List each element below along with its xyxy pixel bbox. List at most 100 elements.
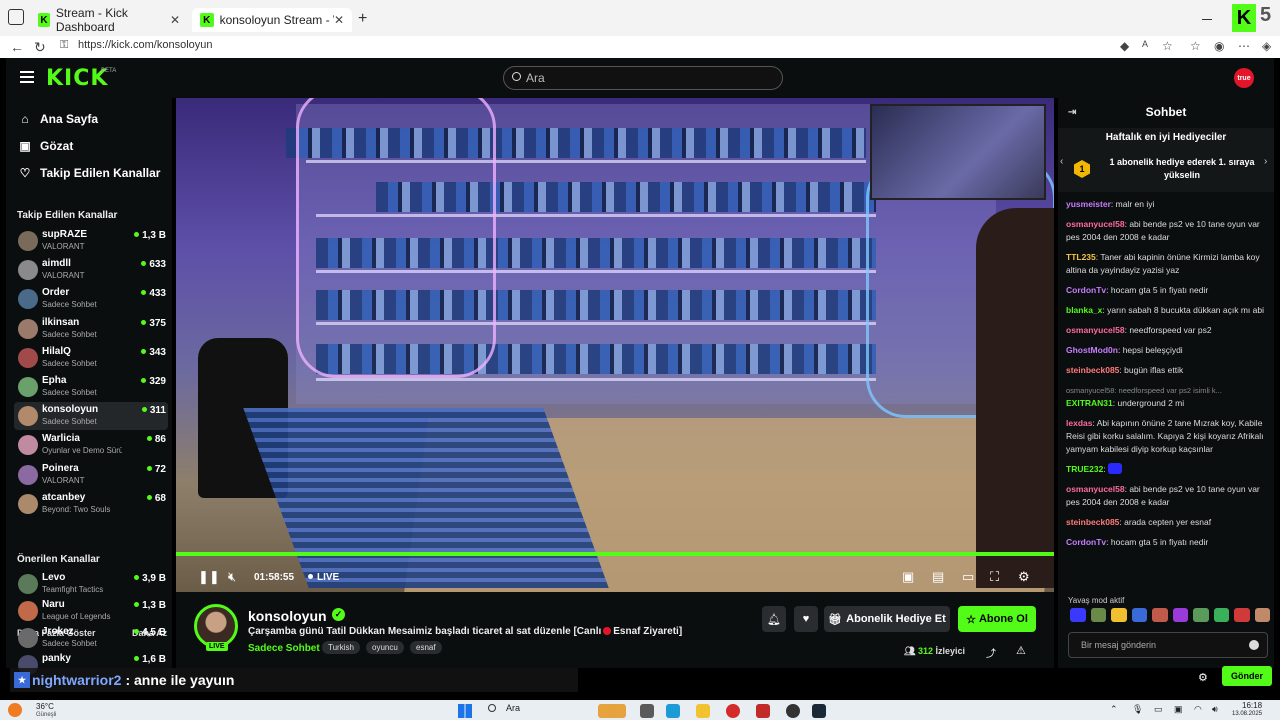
emote-icon[interactable] xyxy=(1234,608,1250,622)
theater-mode-icon[interactable]: ▭ xyxy=(962,569,974,585)
browser-tab-dashboard[interactable]: K Stream - Kick Dashboard ✕ xyxy=(30,6,188,34)
chat-username[interactable]: CordonTv xyxy=(1066,537,1106,547)
url-field[interactable]: https://kick.com/konsoloyun xyxy=(78,39,213,51)
emote-icon[interactable] xyxy=(1193,608,1209,622)
tray-app-icon[interactable]: ▭ xyxy=(1154,704,1163,715)
gift-subscription-button[interactable]: 🎁︎ Abonelik Hediye Et xyxy=(824,606,950,632)
emote-icon[interactable] xyxy=(1090,608,1106,622)
reload-icon[interactable]: ↻ xyxy=(34,39,46,56)
sidebar-channel-supraze[interactable]: supRAZE VALORANT 1,3 B xyxy=(14,227,168,255)
steam-icon[interactable] xyxy=(812,704,826,718)
sidebar-item-browse[interactable]: ▣ Gözat xyxy=(18,139,73,153)
opera-icon[interactable] xyxy=(726,704,740,718)
emote-icon[interactable] xyxy=(1152,608,1168,622)
chat-username[interactable]: osmanyucel58 xyxy=(1066,219,1125,229)
app-icon[interactable] xyxy=(786,704,800,718)
sidebar-channel-naru[interactable]: Naru League of Legends 1,3 B xyxy=(14,597,168,625)
chat-username[interactable]: yusmeister xyxy=(1066,199,1111,209)
category-link[interactable]: Sadece Sohbet xyxy=(248,643,320,654)
sidebar-channel-hilalq[interactable]: HilalQ Sadece Sohbet 343 xyxy=(14,344,168,372)
tag[interactable]: oyuncu xyxy=(366,641,404,654)
chat-reply-preview[interactable]: osmanyucel58: needforspeed var ps2 isiml… xyxy=(1066,384,1270,397)
extension-icon[interactable]: ◆ xyxy=(1120,39,1129,53)
clock[interactable]: 16:18 13.08.2025 xyxy=(1232,701,1262,719)
clip-icon[interactable]: ▤ xyxy=(932,569,944,585)
emoji-picker-icon[interactable] xyxy=(1249,640,1259,650)
report-icon[interactable]: ⚠ xyxy=(1016,644,1026,657)
sidebar-channel-epha[interactable]: Epha Sadece Sohbet 329 xyxy=(14,373,168,401)
mute-icon[interactable]: 🔇︎ xyxy=(228,569,236,585)
user-avatar[interactable]: true xyxy=(1234,68,1254,88)
fullscreen-icon[interactable]: ⛶ xyxy=(990,569,999,585)
taskbar-search[interactable]: Ara xyxy=(488,703,588,713)
chat-username[interactable]: steinbeck085 xyxy=(1066,365,1119,375)
search-input[interactable]: Ara xyxy=(503,66,783,90)
sidebar-channel-poinera[interactable]: Poinera VALORANT 72 xyxy=(14,461,168,489)
chat-username[interactable]: blanka_x xyxy=(1066,305,1102,315)
task-view-icon[interactable] xyxy=(640,704,654,718)
collapse-chat-icon[interactable]: ⇥ xyxy=(1068,107,1076,118)
pip-icon[interactable]: ▣ xyxy=(902,569,914,585)
new-tab-icon[interactable]: + xyxy=(358,10,367,28)
sidebar-channel-order[interactable]: Order Sadece Sohbet 433 xyxy=(14,285,168,313)
send-button[interactable]: Gönder xyxy=(1222,666,1272,686)
chevron-left-icon[interactable]: ‹ xyxy=(1060,156,1063,167)
favorites-icon[interactable]: ☆ xyxy=(1190,39,1201,53)
chat-username[interactable]: lexdas xyxy=(1066,418,1092,428)
read-aloud-icon[interactable]: A xyxy=(1142,39,1148,49)
tray-chevron-icon[interactable]: ⌃ xyxy=(1110,704,1118,715)
emote-icon[interactable] xyxy=(1172,608,1188,622)
sidebar-channel-aimdll[interactable]: aimdll VALORANT 633 xyxy=(14,256,168,284)
chevron-right-icon[interactable]: › xyxy=(1264,156,1267,167)
site-info-icon[interactable]: ⚿ xyxy=(60,39,68,52)
share-icon[interactable]: ⤴ xyxy=(986,645,996,660)
hamburger-menu-icon[interactable] xyxy=(20,71,34,83)
file-explorer-icon[interactable] xyxy=(696,704,710,718)
sidebar-channel-warlicia[interactable]: Warlicia Oyunlar ve Demo Sürü... 86 xyxy=(14,431,168,459)
sidebar-channel-levo[interactable]: Levo Teamfight Tactics 3,9 B xyxy=(14,570,168,598)
video-player[interactable]: ❚❚ 🔇︎ 01:58:55 LIVE ▣ ▤ ▭ ⛶ ⚙ xyxy=(176,98,1054,592)
menu-icon[interactable]: ⋯ xyxy=(1238,39,1250,53)
chat-username[interactable]: TRUE232 xyxy=(1066,464,1103,474)
browser-tab-stream[interactable]: K konsoloyun Stream - Watch Live o ✕ xyxy=(192,8,352,32)
chat-settings-icon[interactable]: ⚙ xyxy=(1198,671,1208,684)
widgets-icon[interactable] xyxy=(598,704,626,718)
close-icon[interactable]: ✕ xyxy=(170,13,180,27)
close-icon[interactable]: ✕ xyxy=(334,13,344,27)
notification-bell-button[interactable]: 🔔︎ xyxy=(762,606,786,632)
tag[interactable]: esnaf xyxy=(410,641,442,654)
tab-actions-icon[interactable] xyxy=(8,9,24,25)
sidebar-channel-atcanbey[interactable]: atcanbey Beyond: Two Souls 68 xyxy=(14,490,168,518)
pause-icon[interactable]: ❚❚ xyxy=(198,569,220,585)
favorite-icon[interactable]: ☆ xyxy=(1162,39,1173,53)
edge-icon[interactable] xyxy=(666,704,680,718)
sidebar-item-following[interactable]: ♡ Takip Edilen Kanallar xyxy=(18,166,161,180)
windows-start-icon[interactable] xyxy=(458,704,472,718)
volume-icon[interactable]: 🔊︎ xyxy=(1212,704,1218,715)
progress-bar[interactable] xyxy=(176,552,1054,556)
app-icon[interactable] xyxy=(756,704,770,718)
chat-username[interactable]: CordonTv xyxy=(1066,285,1106,295)
microphone-icon[interactable]: 🎙︎ xyxy=(1132,704,1143,715)
chat-username[interactable]: osmanyucel58 xyxy=(1066,484,1125,494)
wifi-icon[interactable]: ◠ xyxy=(1194,704,1202,715)
chat-username[interactable]: GhostMod0n xyxy=(1066,345,1118,355)
emote-icon[interactable] xyxy=(1070,608,1086,622)
emote-icon[interactable] xyxy=(1131,608,1147,622)
kick-logo[interactable]: KICK xyxy=(46,66,108,91)
emote-icon[interactable] xyxy=(1213,608,1229,622)
profile-icon[interactable]: ◉ xyxy=(1214,39,1224,53)
chat-username[interactable]: steinbeck085 xyxy=(1066,517,1119,527)
minimize-icon[interactable] xyxy=(1202,19,1212,20)
follow-button[interactable]: ♥ xyxy=(794,606,818,632)
settings-icon[interactable]: ⚙ xyxy=(1018,569,1030,585)
chat-input[interactable]: Bir mesaj gönderin xyxy=(1068,632,1268,658)
tag[interactable]: Turkish xyxy=(322,641,360,654)
tray-app-icon[interactable]: ▣ xyxy=(1174,704,1183,715)
subscribe-button[interactable]: ☆ Abone Ol xyxy=(958,606,1036,632)
copilot-icon[interactable]: ◈ xyxy=(1262,39,1271,53)
weather-icon[interactable] xyxy=(8,703,22,717)
sidebar-channel-jrokez[interactable]: Jrokez Sadece Sohbet 4,5 B xyxy=(14,624,168,652)
chat-username[interactable]: TTL235 xyxy=(1066,252,1096,262)
chat-username[interactable]: EXITRAN31 xyxy=(1066,398,1113,408)
